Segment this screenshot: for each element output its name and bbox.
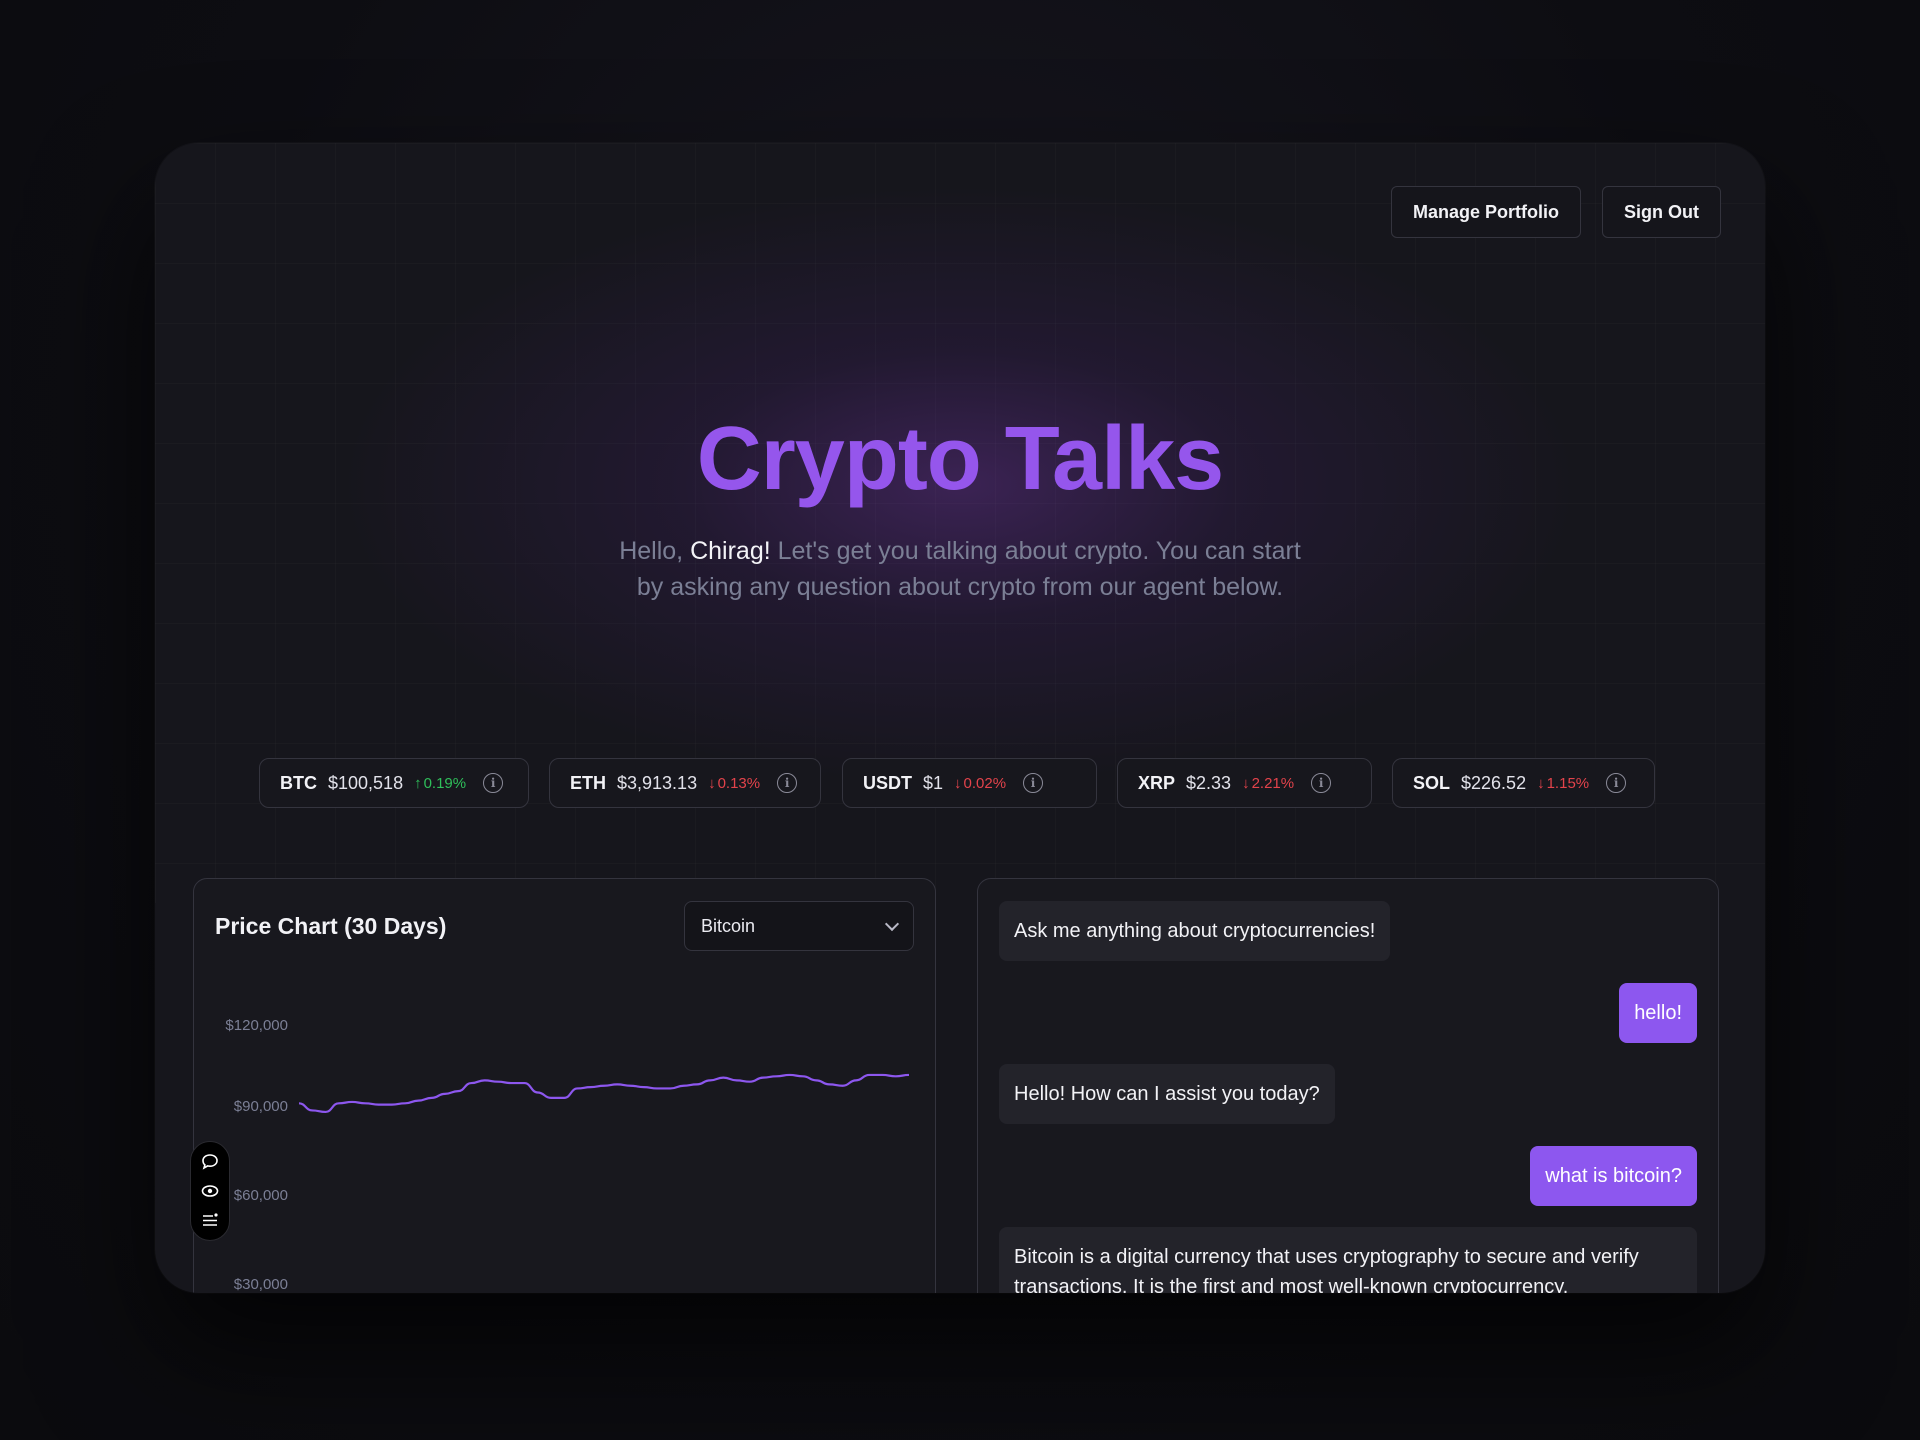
arrow-down-icon: ↓ <box>708 774 716 792</box>
info-icon[interactable]: i <box>1606 773 1627 793</box>
page-title: Crypto Talks <box>696 409 1224 509</box>
list-settings-icon[interactable] <box>200 1210 220 1230</box>
price-chart-panel: Price Chart (30 Days) Bitcoin $120,000 $9… <box>193 878 936 1293</box>
chat-message-bot: Bitcoin is a digital currency that uses … <box>999 1227 1697 1293</box>
ticker-eth[interactable]: ETH $3,913.13 ↓ 0.13% i <box>549 758 821 808</box>
arrow-down-icon: ↓ <box>1242 774 1250 792</box>
chart-title: Price Chart (30 Days) <box>215 913 447 939</box>
eye-icon[interactable] <box>200 1181 220 1201</box>
chat-message-user: what is bitcoin? <box>1530 1146 1697 1206</box>
ticker-change-value: 0.13% <box>717 774 761 792</box>
ticker-price: $1 <box>923 772 944 793</box>
ticker-change-value: 0.19% <box>423 774 467 792</box>
arrow-up-icon: ↑ <box>414 774 422 792</box>
ticker-change: ↓ 0.02% <box>954 775 1006 792</box>
ticker-sol[interactable]: SOL $226.52 ↓ 1.15% i <box>1392 758 1655 808</box>
ticker-change: ↑ 0.19% <box>414 775 466 792</box>
y-axis-tick-label: $90,000 <box>234 1098 288 1115</box>
ticker-change: ↓ 0.13% <box>708 775 760 792</box>
ticker-change-value: 2.21% <box>1251 774 1295 792</box>
info-icon[interactable]: i <box>1311 773 1332 793</box>
ticker-symbol: XRP <box>1138 772 1176 793</box>
price-line-chart: $120,000 $90,000 $60,000 $30,000 <box>225 1017 910 1293</box>
ticker-price: $3,913.13 <box>617 772 698 793</box>
ticker-price: $2.33 <box>1186 772 1232 793</box>
ticker-change-value: 0.02% <box>963 774 1007 792</box>
y-axis-tick-label: $60,000 <box>234 1187 288 1204</box>
chat-message-bot: Ask me anything about cryptocurrencies! <box>999 901 1391 961</box>
chat-panel: Ask me anything about cryptocurrencies! … <box>977 878 1719 1293</box>
chat-message-user: hello! <box>1619 983 1697 1043</box>
ticker-xrp[interactable]: XRP $2.33 ↓ 2.21% i <box>1117 758 1372 808</box>
ticker-bar: BTC $100,518 ↑ 0.19% i ETH $3,913.13 ↓ 0.1… <box>155 758 1765 808</box>
ticker-change: ↓ 1.15% <box>1537 775 1589 792</box>
arrow-down-icon: ↓ <box>1537 774 1545 792</box>
price-series-line <box>298 1073 910 1114</box>
ticker-symbol: SOL <box>1413 772 1451 793</box>
sign-out-button[interactable]: Sign Out <box>1602 186 1721 238</box>
app-window: Manage Portfolio Sign Out Crypto Talks H… <box>155 143 1765 1293</box>
arrow-down-icon: ↓ <box>954 774 962 792</box>
chevron-down-icon <box>884 916 900 931</box>
ticker-symbol: USDT <box>863 772 912 793</box>
ticker-symbol: BTC <box>280 772 317 793</box>
ticker-usdt[interactable]: USDT $1 ↓ 0.02% i <box>842 758 1097 808</box>
ticker-change-value: 1.15% <box>1546 774 1590 792</box>
ticker-price: $100,518 <box>328 772 404 793</box>
info-icon[interactable]: i <box>777 773 798 793</box>
top-actions: Manage Portfolio Sign Out <box>1390 186 1721 238</box>
floating-side-toolbar <box>190 1141 230 1241</box>
y-axis-tick-label: $120,000 <box>225 1017 288 1034</box>
ticker-change: ↓ 2.21% <box>1242 775 1294 792</box>
ticker-symbol: ETH <box>570 772 606 793</box>
manage-portfolio-button[interactable]: Manage Portfolio <box>1390 186 1581 238</box>
coin-select[interactable]: Bitcoin <box>684 901 914 951</box>
coin-select-value: Bitcoin <box>701 915 756 936</box>
y-axis-tick-label: $30,000 <box>234 1276 288 1293</box>
hero-subtitle: Hello, Chirag! Let's get you talking abo… <box>610 533 1310 605</box>
greeting-prefix: Hello, <box>619 537 691 565</box>
ticker-btc[interactable]: BTC $100,518 ↑ 0.19% i <box>259 758 529 808</box>
info-icon[interactable]: i <box>1023 773 1044 793</box>
chat-bubble-icon[interactable] <box>200 1152 220 1172</box>
user-name: Chirag! <box>690 537 771 565</box>
chat-message-bot: Hello! How can I assist you today? <box>999 1064 1335 1124</box>
info-icon[interactable]: i <box>483 773 504 793</box>
ticker-price: $226.52 <box>1461 772 1527 793</box>
